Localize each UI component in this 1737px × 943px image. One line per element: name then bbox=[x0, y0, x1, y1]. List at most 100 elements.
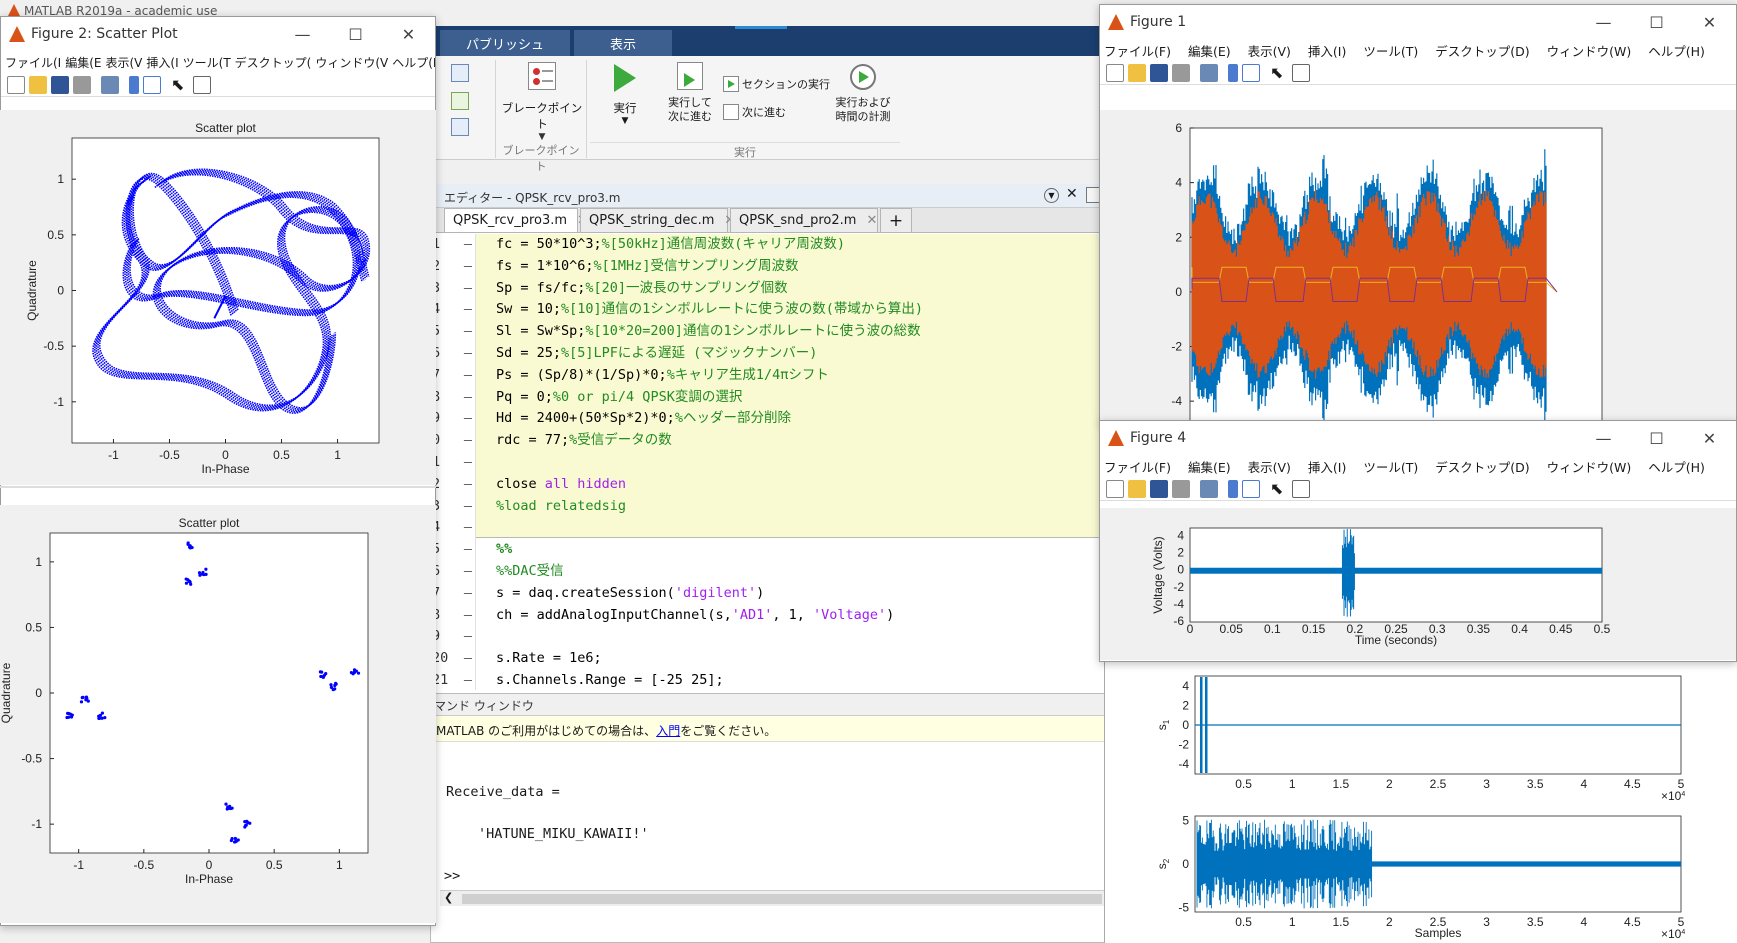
close-tab-icon[interactable]: ✕ bbox=[866, 213, 877, 228]
code-line[interactable]: s = daq.createSession('digilent') bbox=[496, 583, 1104, 605]
property-editor-icon[interactable] bbox=[1292, 479, 1310, 498]
menu-file[interactable]: ファイル(F) bbox=[1104, 41, 1171, 60]
scroll-left-icon[interactable]: ❮ bbox=[444, 891, 453, 904]
code-line[interactable]: Hd = 2400+(50*Sp*2)*0;%ヘッダー部分削除 bbox=[496, 408, 1104, 430]
property-editor-icon[interactable] bbox=[193, 75, 211, 94]
code-line[interactable] bbox=[496, 517, 1104, 539]
pointer-icon[interactable]: ⬉ bbox=[1270, 479, 1288, 498]
getting-started-link[interactable]: 入門 bbox=[656, 724, 680, 738]
code-line[interactable] bbox=[496, 452, 1104, 474]
tab-qpsk-snd[interactable]: QPSK_snd_pro2.m ✕ bbox=[730, 208, 878, 232]
link-plot-icon[interactable] bbox=[1200, 479, 1218, 498]
menu-desktop[interactable]: デスクトップ(D) bbox=[1435, 457, 1529, 476]
pointer-icon[interactable]: ⬉ bbox=[1270, 63, 1288, 82]
small-tool-icon[interactable] bbox=[451, 118, 469, 136]
command-prompt[interactable]: >> bbox=[444, 868, 460, 884]
horizontal-scrollbar[interactable]: ❮ bbox=[440, 890, 1106, 906]
run-advance-button[interactable]: 実行して 次に進む bbox=[662, 62, 718, 138]
tab-view[interactable]: 表示 bbox=[574, 30, 672, 56]
menu-help[interactable]: ヘルプ(H) bbox=[1648, 41, 1705, 60]
menu-view[interactable]: 表示(V bbox=[106, 54, 143, 71]
code-line[interactable]: s.Rate = 1e6; bbox=[496, 648, 1104, 670]
print-icon[interactable] bbox=[1172, 63, 1190, 82]
tab-publish[interactable]: パブリッシュ bbox=[440, 30, 570, 56]
new-figure-icon[interactable] bbox=[1106, 63, 1124, 82]
menu-file[interactable]: ファイル(F) bbox=[1104, 457, 1171, 476]
maximize-icon[interactable]: ☐ bbox=[1630, 421, 1683, 455]
save-icon[interactable] bbox=[51, 75, 69, 94]
colorbar-icon[interactable] bbox=[1228, 479, 1238, 498]
close-icon[interactable]: ✕ bbox=[382, 17, 435, 51]
code-line[interactable]: %load relatedsig bbox=[496, 496, 1104, 518]
colorbar-icon[interactable] bbox=[1228, 63, 1238, 82]
small-tool-icon[interactable] bbox=[451, 64, 469, 82]
code-line[interactable]: Sd = 25;%[5]LPFによる遅延 (マジックナンバー) bbox=[496, 343, 1104, 365]
menu-insert[interactable]: 挿入(I) bbox=[1308, 41, 1346, 60]
close-icon[interactable]: ✕ bbox=[1066, 186, 1078, 202]
run-section-button[interactable]: セクションの実行 bbox=[723, 76, 830, 92]
menu-edit[interactable]: 編集(E) bbox=[1188, 41, 1231, 60]
menu-file[interactable]: ファイル(I bbox=[5, 54, 61, 71]
property-editor-icon[interactable] bbox=[1292, 63, 1310, 82]
link-plot-icon[interactable] bbox=[101, 75, 119, 94]
menu-desktop[interactable]: デスクトップ( bbox=[235, 54, 312, 71]
legend-icon[interactable] bbox=[1242, 479, 1260, 498]
legend-icon[interactable] bbox=[1242, 63, 1260, 82]
legend-icon[interactable] bbox=[143, 75, 161, 94]
menu-tools[interactable]: ツール(T bbox=[183, 54, 231, 71]
code-line[interactable]: Sl = Sw*Sp;%[10*20=200]通信の1シンボルレートに使う波の総… bbox=[496, 321, 1104, 343]
menu-edit[interactable]: 編集(E bbox=[65, 54, 101, 71]
code-area[interactable]: fc = 50*10^3;%[50kHz]通信周波数(キャリア周波数) fs = … bbox=[496, 234, 1104, 692]
print-icon[interactable] bbox=[1172, 479, 1190, 498]
menu-edit[interactable]: 編集(E) bbox=[1188, 457, 1231, 476]
code-line[interactable]: close all hidden bbox=[496, 474, 1104, 496]
minimize-icon[interactable]: — bbox=[1577, 5, 1630, 39]
tab-qpsk-rcv[interactable]: QPSK_rcv_pro3.m✕ bbox=[444, 208, 588, 232]
code-line[interactable]: Pq = 0;%0 or pi/4 QPSK変調の選択 bbox=[496, 387, 1104, 409]
menu-window[interactable]: ウィンドウ(W) bbox=[1547, 457, 1632, 476]
code-line[interactable]: fc = 50*10^3;%[50kHz]通信周波数(キャリア周波数) bbox=[496, 234, 1104, 256]
close-icon[interactable]: ✕ bbox=[1683, 421, 1736, 455]
maximize-icon[interactable]: ☐ bbox=[1630, 5, 1683, 39]
minimize-icon[interactable]: — bbox=[1577, 421, 1630, 455]
menu-help[interactable]: ヘルプ(H bbox=[392, 54, 435, 71]
open-file-icon[interactable] bbox=[1128, 63, 1146, 82]
new-tab-button[interactable]: + bbox=[880, 208, 912, 232]
save-icon[interactable] bbox=[1150, 479, 1168, 498]
link-plot-icon[interactable] bbox=[1200, 63, 1218, 82]
code-line[interactable]: %%DAC受信 bbox=[496, 561, 1104, 583]
colorbar-icon[interactable] bbox=[129, 75, 139, 94]
code-line[interactable]: Ps = (Sp/8)*(1/Sp)*0;%キャリア生成1/4πシフト bbox=[496, 365, 1104, 387]
menu-view[interactable]: 表示(V) bbox=[1248, 457, 1291, 476]
minimize-icon[interactable]: — bbox=[276, 17, 329, 51]
menu-desktop[interactable]: デスクトップ(D) bbox=[1435, 41, 1529, 60]
small-tool-icon[interactable] bbox=[451, 92, 469, 110]
code-line[interactable]: Sw = 10;%[10]通信の1シンボルレートに使う波の数(帯域から算出) bbox=[496, 299, 1104, 321]
scroll-thumb[interactable] bbox=[462, 894, 1102, 904]
save-icon[interactable] bbox=[1150, 63, 1168, 82]
menu-window[interactable]: ウィンドウ(W) bbox=[1547, 41, 1632, 60]
menu-tools[interactable]: ツール(T) bbox=[1363, 41, 1418, 60]
menu-window[interactable]: ウィンドウ(V bbox=[315, 54, 388, 71]
advance-button[interactable]: 次に進む bbox=[723, 104, 786, 120]
menu-insert[interactable]: 挿入(I bbox=[146, 54, 178, 71]
close-icon[interactable]: ✕ bbox=[1683, 5, 1736, 39]
panel-menu-icon[interactable]: ▼ bbox=[1044, 188, 1059, 203]
menu-tools[interactable]: ツール(T) bbox=[1363, 457, 1418, 476]
code-line[interactable]: ch = addAnalogInputChannel(s,'AD1', 1, '… bbox=[496, 605, 1104, 627]
code-line[interactable]: %% bbox=[496, 539, 1104, 561]
open-file-icon[interactable] bbox=[1128, 479, 1146, 498]
code-line[interactable] bbox=[496, 626, 1104, 648]
code-line[interactable]: fs = 1*10^6;%[1MHz]受信サンプリング周波数 bbox=[496, 256, 1104, 278]
new-figure-icon[interactable] bbox=[1106, 479, 1124, 498]
code-line[interactable]: s.Channels.Range = [-25 25]; bbox=[496, 670, 1104, 692]
run-time-button[interactable]: 実行および 時間の計測 bbox=[830, 62, 896, 138]
code-line[interactable]: rdc = 77;%受信データの数 bbox=[496, 430, 1104, 452]
run-button[interactable]: 実行 ▼ bbox=[595, 62, 655, 138]
pointer-icon[interactable]: ⬉ bbox=[171, 75, 189, 94]
print-icon[interactable] bbox=[73, 75, 91, 94]
new-figure-icon[interactable] bbox=[7, 75, 25, 94]
menu-help[interactable]: ヘルプ(H) bbox=[1648, 457, 1705, 476]
open-file-icon[interactable] bbox=[29, 75, 47, 94]
menu-view[interactable]: 表示(V) bbox=[1248, 41, 1291, 60]
